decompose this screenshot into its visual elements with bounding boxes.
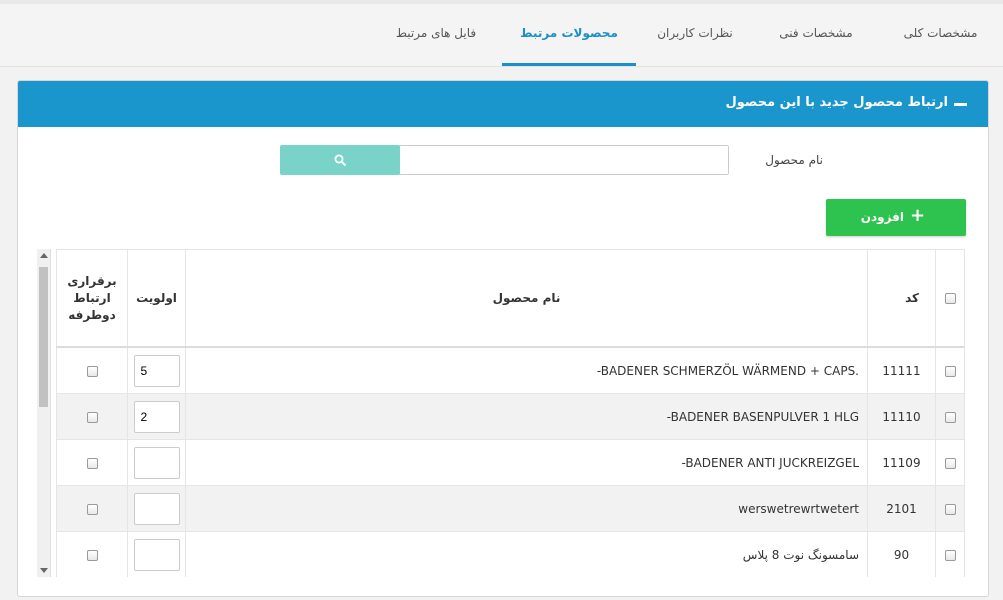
search-label: نام محصول <box>765 153 823 167</box>
scroll-up-icon[interactable] <box>40 253 48 258</box>
table-row: werswetrewrtwetert 2101 <box>56 485 965 532</box>
bidirectional-checkbox[interactable] <box>86 503 98 515</box>
priority-input[interactable] <box>133 446 180 479</box>
panel-title: ارتباط محصول جدید با این محصول <box>725 95 948 110</box>
header-bidirectional: برقراری ارتباط دوطرفه <box>56 249 128 348</box>
tabbar-top-strip <box>0 0 1003 4</box>
tab-user-reviews[interactable]: نظرات کاربران <box>636 18 754 66</box>
panel-header: ارتباط محصول جدید با این محصول <box>18 81 988 127</box>
priority-input[interactable] <box>133 400 180 433</box>
table-row: -BADENER BASENPULVER 1 HLG 11110 <box>56 393 965 440</box>
tab-related-products[interactable]: محصولات مرتبط <box>502 18 636 66</box>
minus-icon[interactable] <box>954 103 967 106</box>
row-code: 90 <box>867 531 936 577</box>
row-product-name: werswetrewrtwetert <box>738 501 859 516</box>
search-icon <box>334 154 346 166</box>
header-priority: اولویت <box>127 249 186 348</box>
related-products-panel: ارتباط محصول جدید با این محصول نام محصول… <box>17 80 989 597</box>
row-code: 2101 <box>867 485 936 532</box>
vertical-scrollbar[interactable] <box>37 249 51 577</box>
row-code: 11110 <box>867 393 936 440</box>
header-bidirectional-line3: دوطرفه <box>68 307 116 322</box>
row-code: 11111 <box>867 346 936 394</box>
add-button-label: افزودن <box>860 210 904 224</box>
row-product-name: -BADENER BASENPULVER 1 HLG <box>666 409 859 424</box>
search-button[interactable] <box>280 145 400 175</box>
table-row: -BADENER SCHMERZÖL WÄRMEND + CAPS. 11111 <box>56 346 965 394</box>
row-select-checkbox[interactable] <box>944 457 956 469</box>
tab-related-files[interactable]: فایل های مرتبط <box>371 18 501 66</box>
row-select-checkbox[interactable] <box>944 503 956 515</box>
bidirectional-checkbox[interactable] <box>86 549 98 561</box>
row-select-checkbox[interactable] <box>944 411 956 423</box>
table-row: سامسونگ نوت 8 پلاس 90 <box>56 531 965 577</box>
add-button[interactable]: + افزودن <box>826 199 966 236</box>
related-products-table: برقراری ارتباط دوطرفه اولویت نام محصول ک… <box>56 249 965 577</box>
tab-general-specs[interactable]: مشخصات کلی <box>878 18 1003 66</box>
table-header-row: برقراری ارتباط دوطرفه اولویت نام محصول ک… <box>56 249 965 348</box>
row-select-checkbox[interactable] <box>944 365 956 377</box>
priority-input[interactable] <box>133 538 180 571</box>
table-row: -BADENER ANTI JUCKREIZGEL 11109 <box>56 439 965 486</box>
row-product-name: -BADENER SCHMERZÖL WÄRMEND + CAPS. <box>596 363 859 378</box>
header-bidirectional-line2: ارتباط <box>73 290 111 305</box>
scroll-down-icon[interactable] <box>40 568 48 573</box>
row-select-checkbox[interactable] <box>944 549 956 561</box>
scroll-thumb[interactable] <box>39 267 48 407</box>
priority-input[interactable] <box>133 492 180 525</box>
tab-technical-specs[interactable]: مشخصات فنی <box>755 18 877 66</box>
header-code: کد <box>867 249 936 348</box>
header-select-all <box>935 249 965 348</box>
row-product-name: -BADENER ANTI JUCKREIZGEL <box>681 455 859 470</box>
bidirectional-checkbox[interactable] <box>86 411 98 423</box>
row-product-name: سامسونگ نوت 8 پلاس <box>742 547 859 562</box>
select-all-checkbox[interactable] <box>944 293 956 304</box>
plus-icon: + <box>910 205 926 226</box>
bidirectional-checkbox[interactable] <box>86 365 98 377</box>
priority-input[interactable] <box>133 354 180 387</box>
bidirectional-checkbox[interactable] <box>86 457 98 469</box>
product-name-search-input[interactable] <box>399 145 729 175</box>
header-product-name: نام محصول <box>185 249 868 348</box>
related-products-table-area: برقراری ارتباط دوطرفه اولویت نام محصول ک… <box>37 249 965 577</box>
row-code: 11109 <box>867 439 936 486</box>
tab-bar: مشخصات کلی مشخصات فنی نظرات کاربران محصو… <box>0 0 1003 67</box>
header-bidirectional-line1: برقراری <box>67 273 117 288</box>
